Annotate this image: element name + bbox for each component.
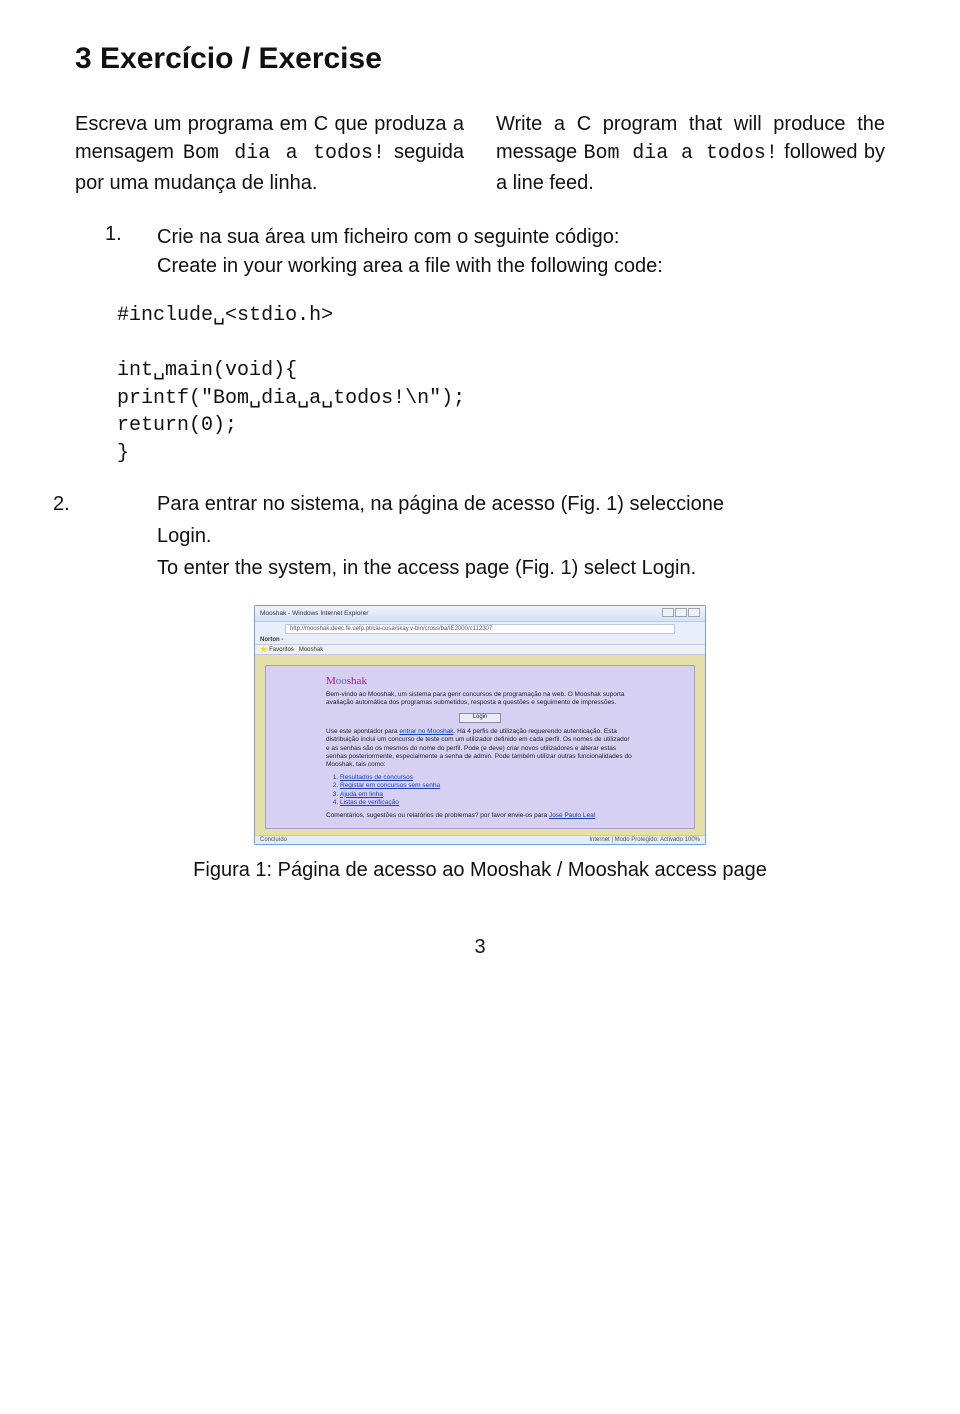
- code-line-1: #include␣<stdio.h>: [117, 304, 333, 327]
- login-button[interactable]: Login: [459, 713, 501, 723]
- browser-titlebar: Mooshak - Windows Internet Explorer: [255, 606, 705, 622]
- mooshak-list: Resultados de concursos Registar em conc…: [326, 774, 634, 808]
- list-item[interactable]: Listas de verificação: [340, 799, 634, 807]
- address-bar[interactable]: http://mooshak.deec.fe.uefp.pt/cai-cosa/…: [285, 624, 675, 634]
- intro-pt-code: Bom dia a todos!: [183, 142, 385, 165]
- code-line-4: return(0);: [117, 414, 237, 437]
- tab-mooshak[interactable]: Mooshak: [299, 647, 323, 653]
- page-number: 3: [75, 936, 885, 959]
- step-2: 2.Para entrar no sistema, na página de a…: [105, 490, 885, 583]
- step-1: 1. Crie na sua área um ficheiro com o se…: [105, 223, 885, 280]
- author-link[interactable]: José Paulo Leal: [549, 812, 595, 819]
- status-right: Internet | Modo Protegido: Activado 100%: [589, 837, 700, 843]
- intro-en-code: Bom dia a todos!: [583, 142, 777, 165]
- browser-mock: Mooshak - Windows Internet Explorer http…: [254, 605, 706, 845]
- intro-pt: Escreva um programa em C que produza a m…: [75, 110, 464, 197]
- max-icon: [675, 608, 687, 617]
- step-1-en: Create in your working area a file with …: [157, 252, 663, 280]
- section-title: 3 Exercício / Exercise: [75, 42, 885, 76]
- figure-caption: Figura 1: Página de acesso ao Mooshak / …: [75, 859, 885, 882]
- status-bar: Concluído Internet | Modo Protegido: Act…: [255, 835, 705, 844]
- close-icon: [688, 608, 700, 617]
- step-1-pt: Crie na sua área um ficheiro com o segui…: [157, 223, 663, 251]
- step-2-line1b: Login.: [105, 522, 885, 550]
- enter-mooshak-link[interactable]: entrar no Mooshak: [399, 728, 453, 735]
- intro-en: Write a C program that will produce the …: [496, 110, 885, 197]
- window-controls: [661, 608, 700, 619]
- status-left: Concluído: [260, 837, 287, 843]
- list-item[interactable]: Registar em concursos sem senha: [340, 782, 634, 790]
- step-2-number: 2.: [105, 490, 157, 518]
- step-1-number: 1.: [105, 223, 125, 280]
- norton-toolbar: Norton -: [255, 636, 705, 645]
- code-line-2: int␣main(void){: [117, 359, 297, 382]
- browser-viewport: Mooshak Bem-vindo ao Mooshak, um sistema…: [255, 655, 705, 835]
- mooshak-welcome: Bem-vindo ao Mooshak, um sistema para ge…: [326, 691, 634, 708]
- mooshak-p2: Use este apontador para entrar no Moosha…: [326, 728, 634, 770]
- tab-favoritos[interactable]: Favoritos: [269, 647, 294, 653]
- step-2-line1a: Para entrar no sistema, na página de ace…: [157, 493, 724, 515]
- mooshak-p3: Comentários, sugestões ou relatórios de …: [326, 812, 634, 820]
- step-2-line2: To enter the system, in the access page …: [105, 554, 885, 582]
- mooshak-card: Mooshak Bem-vindo ao Mooshak, um sistema…: [265, 665, 695, 829]
- code-line-5: }: [117, 442, 129, 465]
- list-item[interactable]: Resultados de concursos: [340, 774, 634, 782]
- min-icon: [662, 608, 674, 617]
- browser-tabs: ⭐ Favoritos Mooshak: [255, 645, 705, 655]
- code-line-3: printf("Bom␣dia␣a␣todos!\n");: [117, 387, 465, 410]
- code-block: #include␣<stdio.h> int␣main(void){ print…: [117, 302, 885, 468]
- intro-columns: Escreva um programa em C que produza a m…: [75, 110, 885, 197]
- list-item[interactable]: Ajuda em linha: [340, 791, 634, 799]
- browser-title-text: Mooshak - Windows Internet Explorer: [260, 610, 368, 617]
- figure-1: Mooshak - Windows Internet Explorer http…: [75, 605, 885, 882]
- mooshak-logo: Mooshak: [326, 674, 634, 688]
